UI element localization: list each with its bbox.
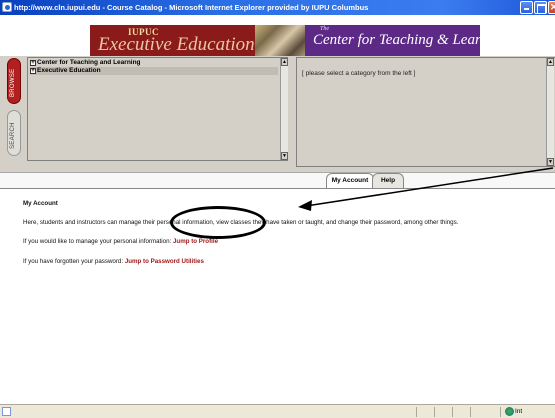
scroll-up-icon[interactable]: ▲ xyxy=(281,58,288,66)
password-prompt: If you have forgotten your password: xyxy=(23,258,124,265)
ie-icon xyxy=(2,2,12,12)
expand-icon[interactable]: + xyxy=(30,60,36,66)
scroll-down-icon[interactable]: ▼ xyxy=(547,158,554,166)
status-panel xyxy=(500,407,501,417)
category-item[interactable]: + Executive Education xyxy=(30,67,278,75)
expand-icon[interactable]: + xyxy=(30,68,36,74)
account-content: My Account Here, students and instructor… xyxy=(0,190,555,404)
maximize-button[interactable] xyxy=(534,1,547,14)
site-banner: IUPUC Executive Education The Center for… xyxy=(0,15,555,56)
window-title: http://www.cln.iupui.edu - Course Catalo… xyxy=(14,3,369,12)
tab-help[interactable]: Help xyxy=(372,173,404,188)
status-panel xyxy=(452,407,453,417)
category-label: Center for Teaching and Learning xyxy=(37,59,141,66)
scroll-up-icon[interactable]: ▲ xyxy=(547,58,554,66)
banner-right-title: Center for Teaching & Learning xyxy=(313,32,508,48)
profile-line: If you would like to manage your persona… xyxy=(23,238,218,245)
content-title: My Account xyxy=(23,200,58,207)
jump-to-profile-link[interactable]: Jump to Profile xyxy=(173,238,218,245)
internet-zone-icon xyxy=(505,407,514,416)
minimize-button[interactable] xyxy=(520,1,533,14)
banner-photo xyxy=(255,25,305,56)
tab-my-account[interactable]: My Account xyxy=(326,173,374,188)
status-panel xyxy=(470,407,471,417)
course-list-frame: [ please select a category from the left… xyxy=(296,57,555,167)
page-icon xyxy=(2,407,11,416)
status-panel xyxy=(416,407,417,417)
search-tab[interactable]: SEARCH xyxy=(7,110,21,156)
password-line: If you have forgotten your password: Jum… xyxy=(23,258,204,265)
security-zone-label: Int xyxy=(515,408,523,415)
executive-education-logo: IUPUC Executive Education xyxy=(90,25,255,56)
tab-strip xyxy=(0,172,555,189)
annotation-ellipse xyxy=(170,206,266,239)
profile-prompt: If you would like to manage your persona… xyxy=(23,238,172,245)
search-tab-label: SEARCH xyxy=(10,122,16,149)
jump-to-password-utilities-link[interactable]: Jump to Password Utilities xyxy=(125,258,204,265)
scroll-down-icon[interactable]: ▼ xyxy=(281,152,288,160)
window-titlebar: http://www.cln.iupui.edu - Course Catalo… xyxy=(0,0,555,15)
left-scrollbar[interactable]: ▲ ▼ xyxy=(280,58,288,160)
category-tree-frame: + Center for Teaching and Learning + Execu… xyxy=(27,57,288,161)
banner-left-title: Executive Education xyxy=(98,34,255,55)
category-item[interactable]: + Center for Teaching and Learning xyxy=(30,59,278,67)
right-scrollbar[interactable]: ▲ ▼ xyxy=(546,58,554,166)
select-category-message: [ please select a category from the left… xyxy=(302,70,416,77)
browse-tab[interactable]: BROWSE xyxy=(7,58,21,104)
browse-tab-label: BROWSE xyxy=(10,68,16,97)
status-bar: Int xyxy=(0,404,555,418)
category-label: Executive Education xyxy=(37,67,101,74)
status-panel xyxy=(434,407,435,417)
close-button[interactable] xyxy=(548,1,555,14)
teaching-learning-logo: The Center for Teaching & Learning xyxy=(305,25,507,56)
